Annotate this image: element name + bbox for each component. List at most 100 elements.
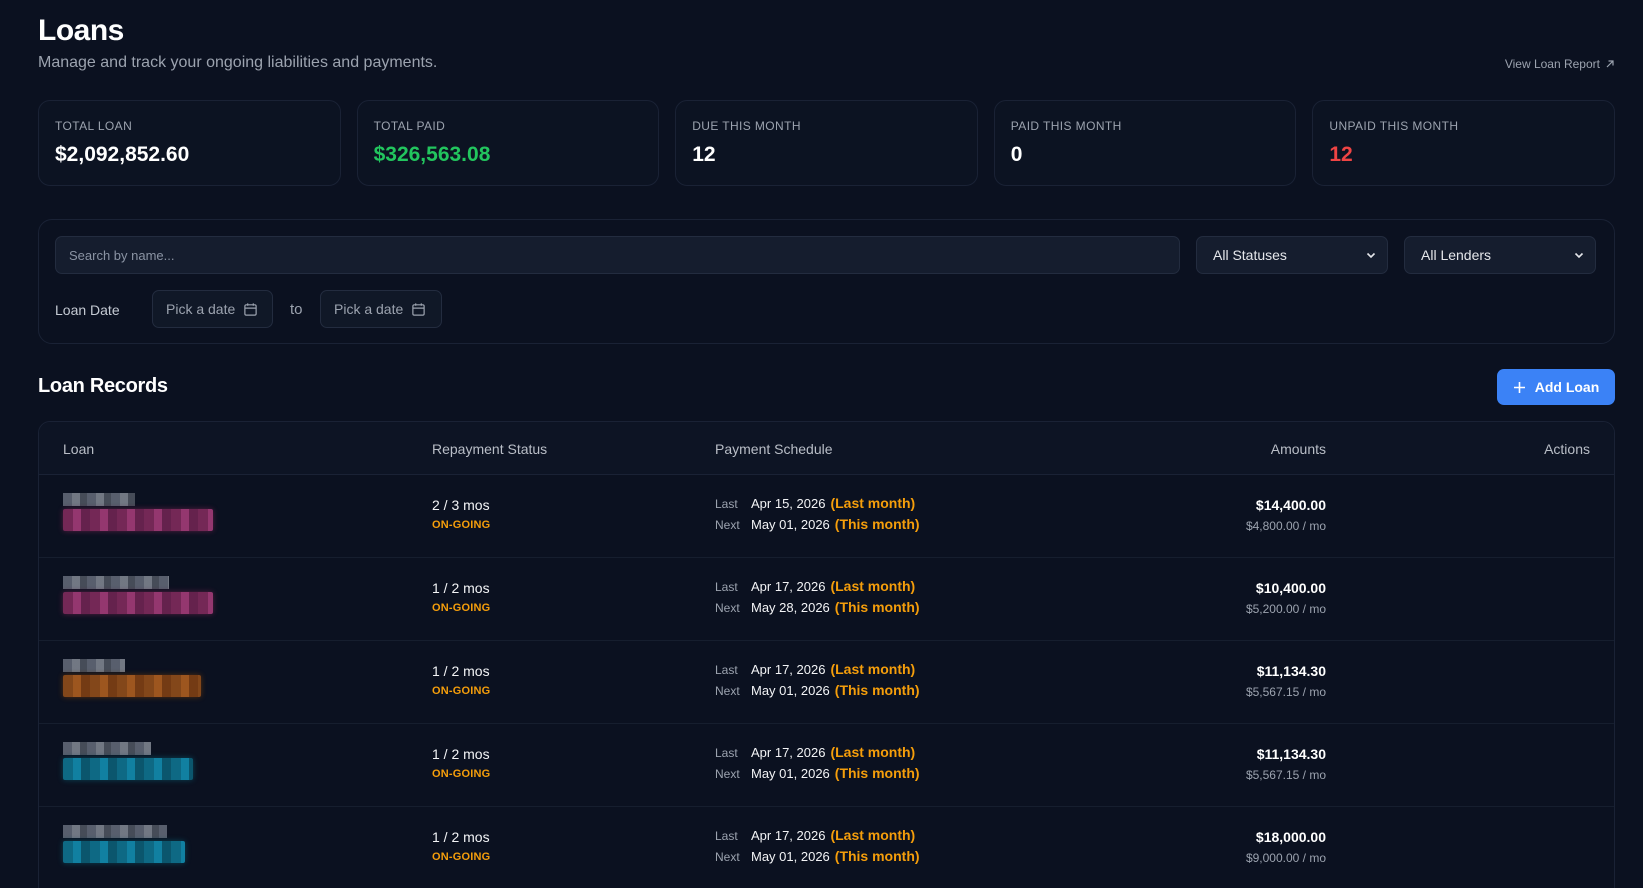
stat-card-total-paid: TOTAL PAID $326,563.08 <box>356 100 660 186</box>
lender-select-value: All Lenders <box>1421 247 1492 263</box>
page-subtitle: Manage and track your ongoing liabilitie… <box>38 54 438 71</box>
table-row[interactable]: 1 / 2 mos ON-GOING Last Apr 17, 2026 (Last… <box>39 724 1614 807</box>
repayment-status-cell: 1 / 2 mos ON-GOING <box>432 829 490 863</box>
next-payment-date: May 28, 2026 <box>751 600 830 615</box>
redacted-lender-badge <box>63 675 201 697</box>
stats-row: TOTAL LOAN $2,092,852.60 TOTAL PAID $326… <box>38 100 1615 186</box>
payment-schedule-cell: Last Apr 17, 2026 (Last month) Next May 28,… <box>715 578 920 620</box>
last-label: Last <box>715 663 738 677</box>
payment-schedule-cell: Last Apr 17, 2026 (Last month) Next May 01,… <box>715 744 920 786</box>
loan-name-cell <box>59 576 219 626</box>
stat-label: TOTAL LOAN <box>55 119 133 133</box>
table-row[interactable]: 1 / 2 mos ON-GOING Last Apr 17, 2026 (Last… <box>39 558 1614 641</box>
last-payment-date: Apr 15, 2026 <box>751 496 826 511</box>
last-label: Last <box>715 580 738 594</box>
last-payment-relative: (Last month) <box>830 495 916 511</box>
next-label: Next <box>715 518 740 532</box>
repayment-status-cell: 2 / 3 mos ON-GOING <box>432 497 490 531</box>
loan-name-cell <box>59 493 219 543</box>
loan-name-cell <box>59 825 219 875</box>
status-badge: ON-GOING <box>432 685 491 697</box>
table-row[interactable]: 1 / 2 mos ON-GOING Last Apr 17, 2026 (Last… <box>39 641 1614 724</box>
last-label: Last <box>715 746 738 760</box>
redacted-loan-name <box>63 825 167 838</box>
last-payment-date: Apr 17, 2026 <box>751 579 826 594</box>
loan-total-amount: $11,134.30 <box>1256 663 1326 679</box>
last-payment-date: Apr 17, 2026 <box>751 662 826 677</box>
view-loan-report-link[interactable]: View Loan Report <box>1505 57 1615 71</box>
stat-value: 12 <box>692 143 716 166</box>
loan-records-table: Loan Repayment Status Payment Schedule A… <box>38 421 1615 888</box>
payment-schedule-cell: Last Apr 17, 2026 (Last month) Next May 01,… <box>715 827 920 869</box>
stat-value: $2,092,852.60 <box>55 143 190 166</box>
date-from-value: Pick a date <box>166 301 236 317</box>
status-badge: ON-GOING <box>432 602 491 614</box>
payment-schedule-cell: Last Apr 17, 2026 (Last month) Next May 01,… <box>715 661 920 703</box>
stat-value: 0 <box>1010 143 1023 166</box>
next-payment-date: May 01, 2026 <box>751 849 830 864</box>
monthly-amount: $9,000.00 / mo <box>1245 851 1326 865</box>
repayment-progress: 1 / 2 mos <box>432 829 490 845</box>
monthly-amount: $5,567.15 / mo <box>1245 685 1326 699</box>
table-row[interactable]: 2 / 3 mos ON-GOING Last Apr 15, 2026 (Last… <box>39 475 1614 558</box>
loan-name-cell <box>59 659 219 709</box>
status-select-value: All Statuses <box>1213 247 1287 263</box>
redacted-loan-name <box>63 576 169 589</box>
last-payment-relative: (Last month) <box>830 744 916 760</box>
table-header: Loan Repayment Status Payment Schedule A… <box>39 422 1614 475</box>
date-to-picker[interactable]: Pick a date <box>320 290 442 328</box>
amounts-cell: $10,400.00 $5,200.00 / mo <box>1246 580 1326 616</box>
date-range-separator: to <box>290 301 303 318</box>
external-arrow-icon <box>1606 60 1614 68</box>
next-label: Next <box>715 850 740 864</box>
last-label: Last <box>715 497 738 511</box>
column-header-amounts: Amounts <box>1270 441 1326 457</box>
monthly-amount: $5,200.00 / mo <box>1245 602 1326 616</box>
next-label: Next <box>715 684 740 698</box>
stat-value: 12 <box>1329 143 1353 166</box>
calendar-icon <box>412 302 425 316</box>
next-payment-relative: (This month) <box>834 765 920 781</box>
loan-total-amount: $10,400.00 <box>1255 580 1326 596</box>
date-from-picker[interactable]: Pick a date <box>152 290 273 328</box>
payment-schedule-cell: Last Apr 15, 2026 (Last month) Next May 01,… <box>715 495 920 537</box>
next-payment-relative: (This month) <box>834 848 920 864</box>
loan-total-amount: $18,000.00 <box>1255 829 1326 845</box>
search-input[interactable] <box>55 236 1180 274</box>
last-label: Last <box>715 829 738 843</box>
stat-card-unpaid-this-month: UNPAID THIS MONTH 12 <box>1312 100 1615 186</box>
date-to-value: Pick a date <box>334 301 404 317</box>
redacted-loan-name <box>63 742 151 755</box>
status-badge: ON-GOING <box>432 768 491 780</box>
repayment-status-cell: 1 / 2 mos ON-GOING <box>432 580 490 614</box>
last-payment-relative: (Last month) <box>830 827 916 843</box>
repayment-progress: 2 / 3 mos <box>432 497 490 513</box>
add-loan-label: Add Loan <box>1534 379 1600 395</box>
last-payment-date: Apr 17, 2026 <box>751 745 826 760</box>
stat-label: DUE THIS MONTH <box>692 119 801 133</box>
amounts-cell: $14,400.00 $4,800.00 / mo <box>1246 497 1326 533</box>
repayment-progress: 1 / 2 mos <box>432 580 490 596</box>
repayment-status-cell: 1 / 2 mos ON-GOING <box>432 663 490 697</box>
next-payment-relative: (This month) <box>834 682 920 698</box>
monthly-amount: $4,800.00 / mo <box>1245 519 1326 533</box>
loan-name-cell <box>59 742 219 792</box>
last-payment-relative: (Last month) <box>830 578 916 594</box>
status-badge: ON-GOING <box>432 851 491 863</box>
status-select[interactable]: All Statuses <box>1196 236 1388 274</box>
lender-select[interactable]: All Lenders <box>1404 236 1596 274</box>
repayment-status-cell: 1 / 2 mos ON-GOING <box>432 746 490 780</box>
page-title: Loans <box>38 14 124 47</box>
next-payment-date: May 01, 2026 <box>751 517 830 532</box>
redacted-loan-name <box>63 659 125 672</box>
column-header-repayment-status: Repayment Status <box>432 441 548 457</box>
stat-label: UNPAID THIS MONTH <box>1329 119 1459 133</box>
view-loan-report-label: View Loan Report <box>1504 57 1600 71</box>
next-payment-relative: (This month) <box>834 516 920 532</box>
stat-label: TOTAL PAID <box>373 119 446 133</box>
table-row[interactable]: 1 / 2 mos ON-GOING Last Apr 17, 2026 (Last… <box>39 807 1614 888</box>
loan-total-amount: $11,134.30 <box>1256 746 1326 762</box>
redacted-lender-badge <box>63 758 193 780</box>
add-loan-button[interactable]: Add Loan <box>1497 369 1615 405</box>
repayment-progress: 1 / 2 mos <box>432 663 490 679</box>
